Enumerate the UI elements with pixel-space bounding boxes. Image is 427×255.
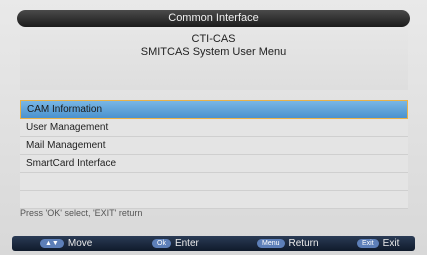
window-title: Common Interface — [17, 10, 410, 27]
menu-item-smartcard-interface[interactable]: SmartCard Interface — [20, 155, 408, 173]
exit-button[interactable]: Exit Exit — [357, 236, 399, 251]
return-label: Return — [288, 238, 319, 249]
help-text: Press 'OK' select, 'EXIT' return — [20, 208, 143, 218]
menu-item-empty — [20, 173, 408, 191]
enter-label: Enter — [174, 238, 199, 249]
user-menu: CAM Information User Management Mail Man… — [20, 100, 408, 209]
menu-key-icon: Menu — [257, 239, 285, 248]
cas-name: CTI-CAS — [191, 33, 236, 45]
return-button[interactable]: Menu Return — [257, 236, 319, 251]
footer-bar: ▲▼ Move Ok Enter Menu Return Exit Exit — [12, 236, 415, 251]
menu-heading: SMITCAS System User Menu — [140, 46, 287, 58]
exit-key-icon: Exit — [357, 239, 379, 248]
enter-button[interactable]: Ok Enter — [152, 236, 199, 251]
move-label: Move — [67, 238, 93, 249]
menu-item-cam-information[interactable]: CAM Information — [20, 100, 408, 119]
move-button[interactable]: ▲▼ Move — [40, 236, 92, 251]
exit-label: Exit — [382, 238, 400, 249]
menu-item-user-management[interactable]: User Management — [20, 119, 408, 137]
up-down-icon: ▲▼ — [40, 239, 64, 248]
menu-item-empty — [20, 191, 408, 209]
ok-key-icon: Ok — [152, 239, 171, 248]
menu-item-mail-management[interactable]: Mail Management — [20, 137, 408, 155]
tv-screen: Common Interface CTI-CAS SMITCAS System … — [0, 0, 427, 255]
